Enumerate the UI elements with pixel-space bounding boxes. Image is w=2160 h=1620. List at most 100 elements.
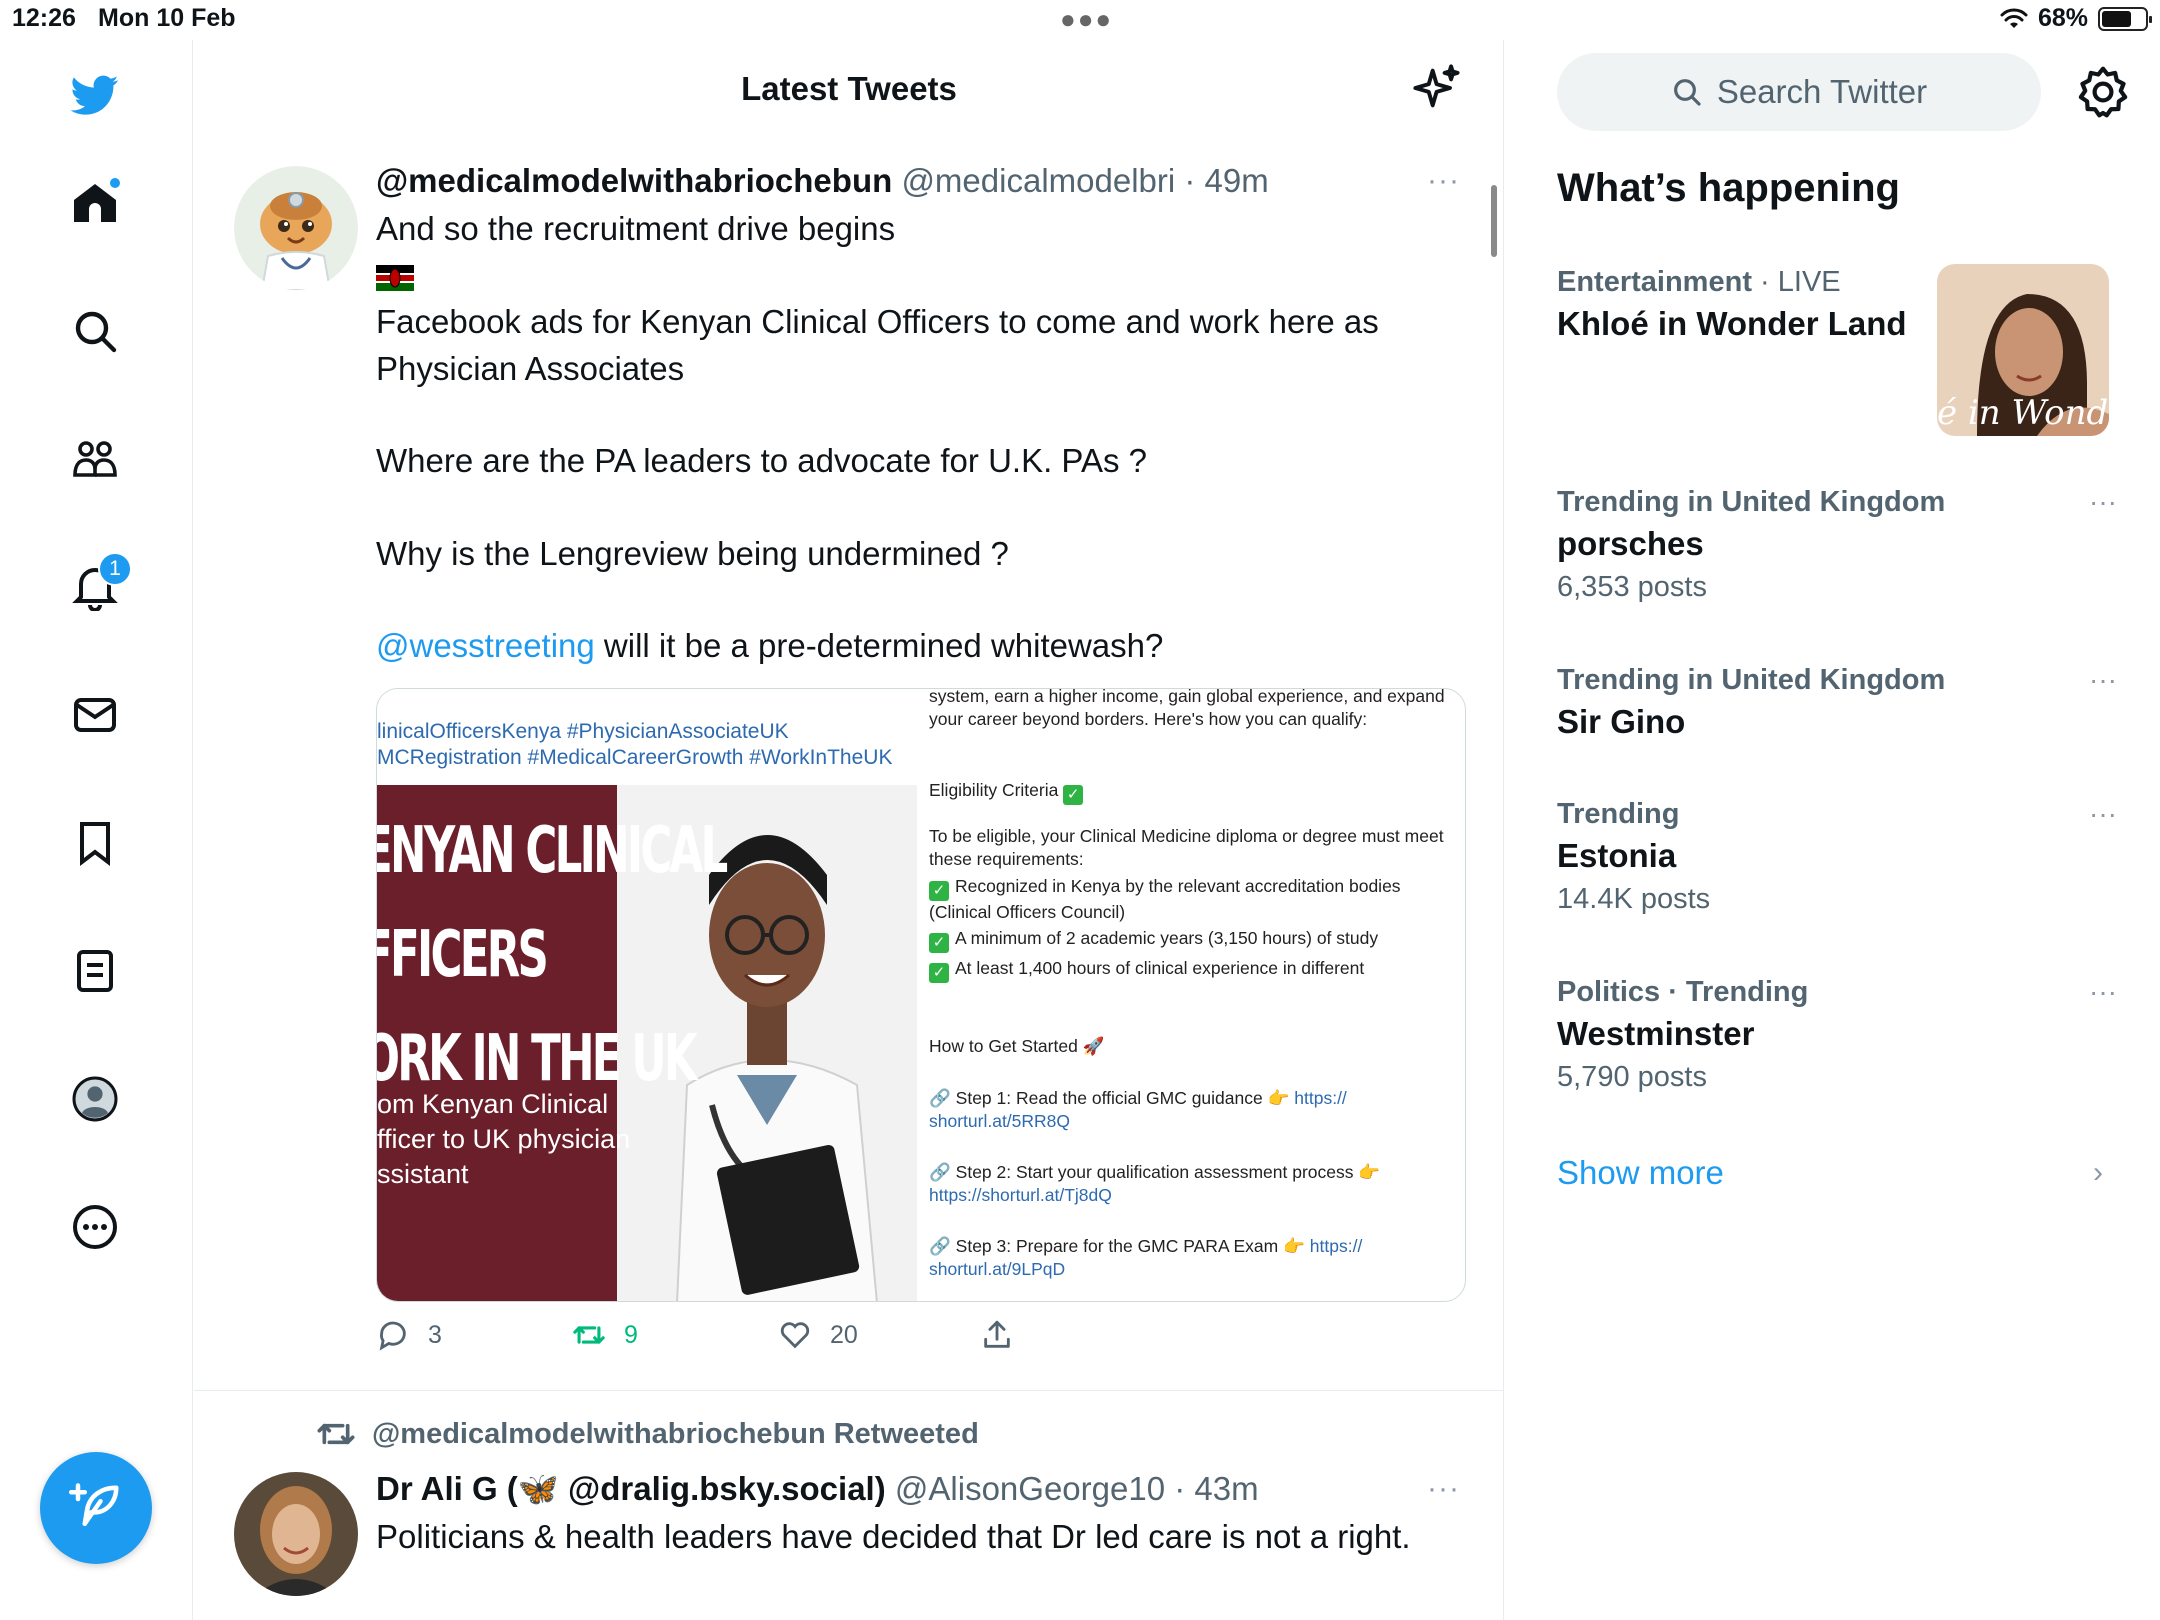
notifications-bell-icon[interactable]: 1 [66,552,132,616]
compose-tweet-button[interactable] [40,1452,152,1564]
user-avatar[interactable] [234,166,358,290]
retweet-count: 9 [624,1320,638,1349]
multitasking-dots-icon[interactable]: ●●● [1060,4,1113,35]
share-button[interactable] [980,1318,1014,1352]
tweet-blank-line [376,392,1456,438]
retweet-button[interactable]: 9 [572,1318,638,1352]
trend-image[interactable]: é in WonderL [1937,264,2109,436]
twitter-logo-icon[interactable] [66,66,124,124]
tweet-text: And so the recruitment drive begins Face… [376,206,1456,670]
tweet-time[interactable]: · 43m [1174,1470,1258,1507]
home-icon[interactable] [66,174,124,232]
tweet-more-button[interactable]: ··· [1427,1472,1460,1506]
settings-gear-icon[interactable] [2075,64,2131,120]
reply-count: 3 [428,1320,442,1349]
trend-category: Trending in United Kingdom [1557,486,1946,518]
sparkle-icon[interactable] [1411,62,1463,114]
show-more-link[interactable]: Show more [1557,1154,1724,1192]
poster-title: ENYAN CLINICAL FFICERS ORK IN THE UK [376,799,728,1111]
poster-subtitle-line: om Kenyan Clinical [377,1089,609,1119]
search-icon[interactable] [66,302,124,360]
trend-item[interactable]: Trending in United Kingdom porsches 6,35… [1557,486,2117,604]
poster-subtitle: om Kenyan Clinical fficer to UK physicia… [377,1087,630,1192]
messages-mail-icon[interactable] [66,686,124,744]
trend-more-button[interactable]: ··· [2089,798,2117,830]
tweet-time[interactable]: · 49m [1184,162,1268,199]
share-icon [984,1320,1010,1348]
tweet-more-button[interactable]: ··· [1427,164,1460,198]
tweet-author-name[interactable]: Dr Ali G (🦋 @dralig.bsky.social) [376,1470,886,1507]
heart-icon [780,1322,810,1349]
battery-level [2102,10,2131,27]
lists-icon[interactable] [66,942,124,1000]
trend-count: 5,790 posts [1557,1061,1707,1093]
trend-more-button[interactable]: ··· [2089,976,2117,1008]
tweet-author-handle[interactable]: @medicalmodelbri [901,162,1175,199]
check-icon: ✓ [929,963,949,983]
media-step-text: Step 1: Read the official GMC guidance 👉 [955,1088,1290,1108]
trend-name: porsches [1557,525,1704,562]
trend-more-button[interactable]: ··· [2089,664,2117,696]
poster-subtitle-line: ssistant [377,1159,469,1189]
tweet-media-image[interactable]: linicalOfficersKenya #PhysicianAssociate… [376,688,1466,1302]
tweet-blank-line [376,485,1456,531]
bookmarks-icon[interactable] [66,814,124,872]
retweeted-by-text[interactable]: @medicalmodelwithabriochebun Retweeted [372,1418,979,1451]
media-eligibility-text: Eligibility Criteria [929,780,1059,800]
media-step-text: Step 3: Prepare for the GMC PARA Exam 👉 [955,1236,1305,1256]
poster-subtitle-line: fficer to UK physician [377,1124,631,1154]
timeline: Latest Tweets @medicalmodelwithabriocheb… [194,40,1504,1620]
scrollbar[interactable] [1491,185,1497,257]
trend-item[interactable]: Trending Estonia 14.4K posts ··· [1557,798,2117,916]
like-button[interactable]: 20 [778,1318,858,1352]
tweet-header: Dr Ali G (🦋 @dralig.bsky.social) @Alison… [376,1470,1259,1509]
more-options-icon[interactable] [66,1198,124,1256]
trend-item[interactable]: Politics · Trending Westminster 5,790 po… [1557,976,2117,1094]
media-req-text: A minimum of 2 academic years (3,150 hou… [955,928,1379,948]
home-new-dot [108,176,122,190]
trend-item[interactable]: Trending in United Kingdom Sir Gino ··· [1557,664,2117,741]
tweet-author-handle[interactable]: @AlisonGeorge10 [895,1470,1165,1507]
reply-icon [379,1321,406,1351]
tweet-line: Why is the Lengreview being undermined ? [376,534,1009,572]
media-poster: linicalOfficersKenya #PhysicianAssociate… [376,689,917,1301]
search-icon [1673,79,1701,106]
reply-button[interactable]: 3 [376,1318,442,1352]
search-input[interactable]: Search Twitter [1557,53,2041,131]
check-icon: ✓ [1063,785,1084,805]
media-req-text: At least 1,400 hours of clinical experie… [955,958,1365,978]
media-requirements: To be eligible, your Clinical Medicine d… [929,826,1444,869]
tweet-line-rest: will it be a pre-determined whitewash? [594,627,1164,664]
poster-title-line: FFICERS [376,918,549,992]
tweet-blank-line [376,577,1456,623]
media-req: ✓ At least 1,400 hours of clinical experi… [929,957,1449,983]
right-sidebar: Search Twitter What’s happening Entertai… [1505,40,2160,1620]
trend-category: Politics · Trending [1557,976,1809,1008]
tweet-header: @medicalmodelwithabriochebun @medicalmod… [376,162,1269,200]
poster-hashtags: linicalOfficersKenya #PhysicianAssociate… [377,719,892,771]
media-step-text: Step 2: Start your qualification assessm… [955,1162,1381,1182]
notifications-badge: 1 [98,552,132,586]
profile-avatar-icon[interactable] [66,1070,124,1128]
tweet-line: Facebook ads for Kenyan Clinical Officer… [376,303,1379,387]
status-bar: 12:26 Mon 10 Feb ●●● 68% [0,0,2160,40]
whats-happening-title: What’s happening [1557,166,1900,210]
trend-count: 14.4K posts [1557,883,1711,915]
mention-link[interactable]: @wesstreeting [376,627,595,664]
media-how: How to Get Started 🚀 [929,1036,1105,1056]
media-req: ✓ Recognized in Kenya by the relevant acc… [929,875,1449,924]
chevron-right-icon: › [2093,1156,2103,1189]
retweet-icon [573,1326,605,1344]
trend-more-button[interactable]: ··· [2089,486,2117,518]
media-req: ✓ A minimum of 2 academic years (3,150 ho… [929,927,1449,953]
status-right: 68% [2000,4,2152,33]
hashtag-line: MCRegistration #MedicalCareerGrowth #Wor… [377,746,893,769]
like-count: 20 [830,1320,858,1349]
tweet-actions: 3 9 20 [376,1318,1376,1362]
hashtag-line: linicalOfficersKenya #PhysicianAssociate… [377,720,789,743]
communities-icon[interactable] [66,430,124,488]
tweet-author-name[interactable]: @medicalmodelwithabriochebun [376,162,892,199]
user-avatar[interactable] [234,1472,358,1596]
media-req-text: Recognized in Kenya by the relevant accr… [929,876,1401,922]
check-icon: ✓ [929,881,949,901]
